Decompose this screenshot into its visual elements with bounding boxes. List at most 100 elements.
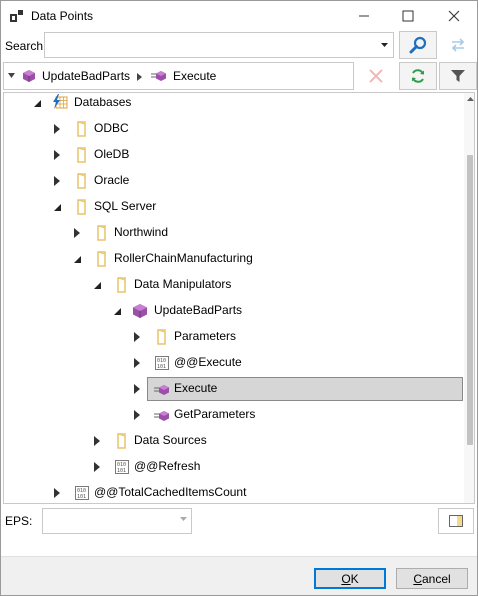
folder-icon [77, 173, 86, 189]
tree-node-sql-server[interactable]: SQL Server [4, 195, 462, 219]
swap-arrows-icon [451, 38, 465, 52]
refresh-icon [412, 69, 424, 83]
tree-node-rollerchainmanufacturing[interactable]: RollerChainManufacturing [4, 247, 462, 271]
folder-icon [97, 225, 106, 241]
window-title: Data Points [31, 9, 94, 23]
cancel-button[interactable]: Cancel [396, 568, 468, 589]
tree-node-label: @@Execute [174, 355, 242, 369]
ok-button[interactable]: OK [314, 568, 386, 589]
refresh-button[interactable] [399, 62, 437, 90]
search-button[interactable] [399, 31, 437, 59]
swap-button[interactable] [439, 31, 477, 59]
svg-text:101: 101 [117, 468, 126, 474]
dialog-footer: OK Cancel [1, 556, 477, 595]
lightning-database-icon [53, 94, 68, 109]
app-icon [10, 10, 23, 22]
method-cube-icon [154, 411, 169, 421]
caret-down-icon [180, 517, 187, 521]
folder-icon [77, 199, 86, 215]
expanded-arrow-icon[interactable] [32, 98, 42, 108]
ok-button-label: OK [341, 571, 359, 586]
folder-icon [157, 329, 166, 345]
tree-node-updatebadparts[interactable]: UpdateBadParts [4, 299, 462, 323]
tree-node-databases[interactable]: Databases [4, 93, 462, 115]
scroll-up-button[interactable] [464, 93, 474, 105]
expanded-arrow-icon[interactable] [92, 280, 102, 290]
tree-node-label: Databases [74, 95, 132, 109]
folder-icon [77, 121, 86, 137]
folder-icon [97, 251, 106, 267]
tree-node-data-sources[interactable]: Data Sources [4, 429, 462, 453]
toggle-panel-button[interactable] [438, 508, 474, 534]
tree-node-at-execute[interactable]: 010 101 @@Execute [4, 351, 462, 375]
close-button[interactable] [431, 1, 477, 31]
tree-node-label: Parameters [174, 329, 237, 343]
delete-x-icon [369, 69, 383, 83]
tree-node-label: @@TotalCachedItemsCount [94, 485, 247, 499]
breadcrumb-label: UpdateBadParts [42, 69, 131, 83]
breadcrumb-caret-down-icon[interactable] [8, 73, 15, 78]
tree-node-label: @@Refresh [134, 459, 201, 473]
tree-node-northwind[interactable]: Northwind [4, 221, 462, 245]
expanded-arrow-icon[interactable] [72, 254, 82, 264]
caret-down-icon [380, 43, 388, 47]
search-combobox[interactable] [44, 32, 394, 58]
delete-button[interactable] [357, 62, 395, 90]
tree-node-execute[interactable]: Execute [4, 377, 463, 401]
variable-icon: 010 101 [75, 486, 89, 500]
tree-node-data-manipulators[interactable]: Data Manipulators [4, 273, 462, 297]
svg-text:101: 101 [157, 364, 166, 370]
svg-text:101: 101 [77, 494, 86, 500]
tree-node-oledb[interactable]: OleDB [4, 143, 462, 167]
breadcrumb: UpdateBadParts Execute [3, 62, 354, 90]
breadcrumb-item-execute[interactable]: Execute [151, 69, 216, 83]
variable-icon: 010 101 [155, 356, 169, 370]
eps-label: EPS: [5, 514, 33, 528]
tree-node-label: UpdateBadParts [154, 303, 243, 317]
collapsed-arrow-icon[interactable] [52, 150, 62, 160]
minimize-icon [359, 15, 369, 17]
tree-vertical-scrollbar[interactable] [464, 93, 474, 503]
tree-node-at-totalcacheditemscount[interactable]: 010 101 @@TotalCachedItemsCount [4, 481, 462, 503]
collapsed-arrow-icon[interactable] [132, 332, 142, 342]
filter-funnel-icon [451, 70, 465, 82]
cube-icon [23, 70, 35, 82]
tree-node-getparameters[interactable]: GetParameters [4, 403, 462, 427]
expanded-arrow-icon[interactable] [52, 202, 62, 212]
cancel-button-label: Cancel [413, 571, 451, 586]
folder-icon [77, 147, 86, 163]
magnifier-icon [409, 36, 427, 54]
collapsed-arrow-icon[interactable] [72, 228, 82, 238]
tree-node-label: RollerChainManufacturing [114, 251, 253, 265]
maximize-button[interactable] [385, 1, 431, 31]
tree-node-at-refresh[interactable]: 010 101 @@Refresh [4, 455, 462, 479]
minimize-button[interactable] [341, 1, 387, 31]
tree-node-oracle[interactable]: Oracle [4, 169, 462, 193]
tree-node-label: GetParameters [174, 407, 256, 421]
expanded-arrow-icon[interactable] [112, 306, 122, 316]
tree-node-parameters[interactable]: Parameters [4, 325, 462, 349]
collapsed-arrow-icon[interactable] [132, 384, 142, 394]
collapsed-arrow-icon[interactable] [132, 358, 142, 368]
method-cube-icon [154, 385, 169, 395]
breadcrumb-item-updatebadparts[interactable]: UpdateBadParts [22, 69, 130, 83]
collapsed-arrow-icon[interactable] [52, 488, 62, 498]
collapsed-arrow-icon[interactable] [92, 462, 102, 472]
search-dropdown-button[interactable] [377, 35, 391, 55]
data-points-tree[interactable]: Databases ODBC OleDB Oracle SQL Server N… [3, 92, 475, 504]
search-input[interactable] [47, 35, 375, 55]
tree-node-label: ODBC [94, 121, 129, 135]
collapsed-arrow-icon[interactable] [132, 410, 142, 420]
data-points-window: Data Points Search: UpdateBadParts Execu… [0, 0, 478, 596]
collapsed-arrow-icon[interactable] [52, 124, 62, 134]
scroll-up-arrow-icon [466, 97, 474, 101]
eps-dropdown[interactable] [42, 508, 192, 534]
variable-icon: 010 101 [115, 460, 129, 474]
scroll-thumb[interactable] [467, 155, 473, 445]
collapsed-arrow-icon[interactable] [92, 436, 102, 446]
tree-node-label: Data Sources [134, 433, 207, 447]
tree-node-odbc[interactable]: ODBC [4, 117, 462, 141]
folder-icon [117, 277, 126, 293]
filter-button[interactable] [439, 62, 477, 90]
collapsed-arrow-icon[interactable] [52, 176, 62, 186]
